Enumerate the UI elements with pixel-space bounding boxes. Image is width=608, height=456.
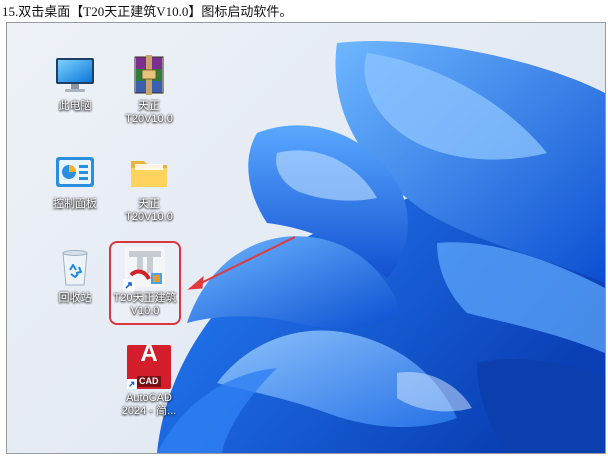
desktop-icon-label: 此电脑 [58, 100, 92, 112]
desktop-icon-label: AutoCAD 2024 - 简... [121, 392, 177, 417]
control-panel-icon [56, 157, 94, 187]
desktop-icon-t20-tangent-architecture[interactable]: T20天正建筑 V10.0 [107, 245, 183, 318]
desktop-icon-label: T20天正建筑 V10.0 [113, 292, 177, 317]
desktop-icon-label: 天正 T20V10.0 [125, 198, 173, 223]
desktop-icon-label: 控制面板 [53, 198, 97, 210]
desktop-icon-autocad[interactable]: A CAD AutoCAD 2024 - 简... [111, 340, 187, 418]
desktop-icon-tangent-archive[interactable]: 天正 T20V10.0 [111, 53, 187, 126]
desktop-icon-label: 天正 T20V10.0 [125, 100, 173, 125]
instruction-caption: 15.双击桌面【T20天正建筑V10.0】图标启动软件。 [2, 4, 293, 19]
autocad-icon: A CAD [127, 340, 171, 389]
desktop-icon-recycle-bin[interactable]: 回收站 [37, 245, 113, 305]
desktop-screenshot: 此电脑 天正 T20V10.0 控制面板 天正 T20V10.0 回收站 T20… [6, 22, 606, 454]
shortcut-arrow-icon [123, 279, 135, 291]
desktop-icon-tangent-folder[interactable]: 天正 T20V10.0 [111, 151, 187, 224]
desktop-icon-control-panel[interactable]: 控制面板 [37, 151, 113, 211]
winrar-archive-icon [134, 55, 164, 95]
desktop-icon-label: 回收站 [58, 292, 92, 304]
folder-icon [131, 161, 167, 187]
shortcut-arrow-icon [127, 379, 137, 389]
recycle-bin-icon [62, 250, 88, 286]
desktop-icon-this-pc[interactable]: 此电脑 [37, 53, 113, 113]
autocad-badge: CAD [137, 376, 161, 387]
autocad-letter: A [140, 340, 158, 367]
monitor-icon [56, 58, 94, 92]
